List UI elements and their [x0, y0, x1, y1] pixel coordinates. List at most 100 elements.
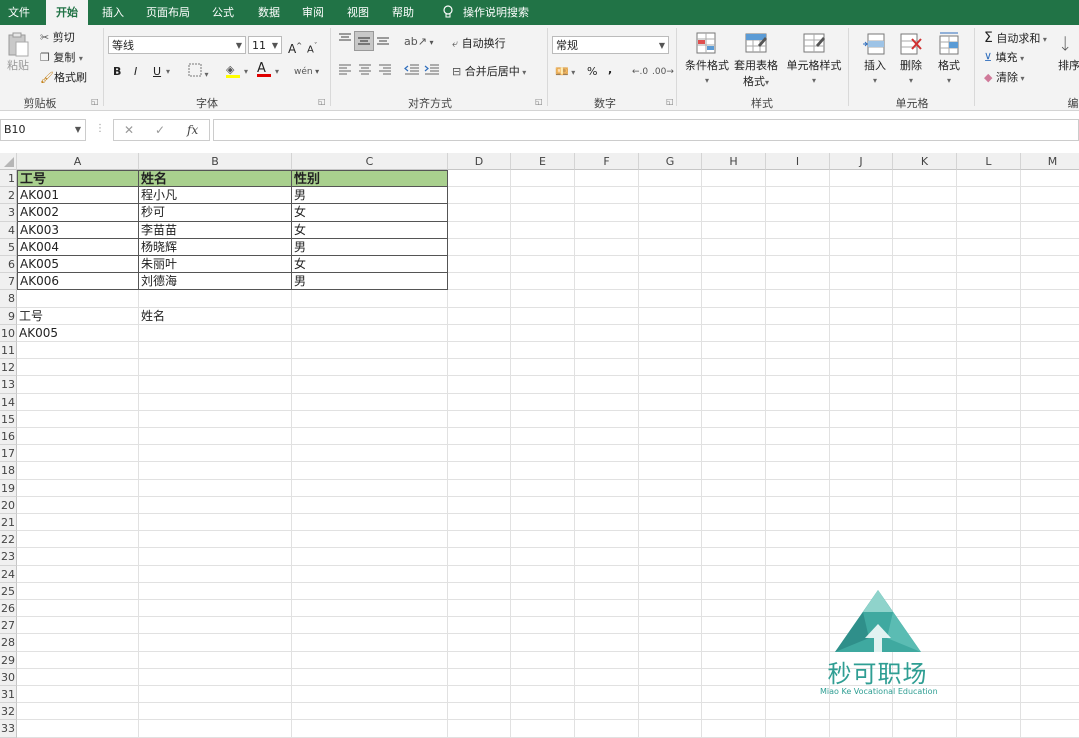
wrap-text-button[interactable]: ⤶ 自动换行	[452, 35, 506, 53]
format-cells-button[interactable]: 格式 ▾	[932, 31, 966, 86]
cell[interactable]	[511, 410, 575, 428]
cell[interactable]	[575, 324, 639, 342]
cell[interactable]	[511, 170, 575, 188]
cell[interactable]	[1021, 531, 1079, 549]
cell[interactable]	[139, 376, 292, 394]
cell[interactable]	[830, 273, 893, 291]
cell[interactable]	[448, 204, 511, 222]
tab-view[interactable]: 视图	[341, 0, 375, 25]
cell[interactable]	[511, 496, 575, 514]
cell[interactable]	[702, 651, 766, 669]
cell[interactable]	[575, 221, 639, 239]
table-header-cell[interactable]: 性别	[292, 170, 448, 188]
cell[interactable]	[766, 565, 830, 583]
cell[interactable]	[511, 617, 575, 635]
cell[interactable]	[957, 462, 1021, 480]
cell[interactable]	[893, 204, 957, 222]
cell[interactable]	[830, 256, 893, 274]
cell[interactable]	[575, 273, 639, 291]
cell[interactable]	[17, 428, 139, 446]
cell-styles-button[interactable]: 单元格样式 ▾	[786, 31, 842, 86]
cell[interactable]	[639, 445, 702, 463]
cell[interactable]	[639, 582, 702, 600]
row-header[interactable]: 7	[0, 273, 17, 291]
cell[interactable]	[17, 393, 139, 411]
cell[interactable]	[830, 170, 893, 188]
cell[interactable]	[957, 376, 1021, 394]
number-format-combo[interactable]: 常规 ▼	[552, 36, 669, 54]
cell[interactable]	[139, 359, 292, 377]
cell[interactable]	[511, 428, 575, 446]
cell[interactable]	[957, 634, 1021, 652]
cell[interactable]	[292, 582, 448, 600]
cell[interactable]	[575, 720, 639, 738]
cell[interactable]	[448, 256, 511, 274]
cell[interactable]	[766, 496, 830, 514]
cell[interactable]	[575, 582, 639, 600]
row-header[interactable]: 32	[0, 703, 17, 721]
cell[interactable]	[448, 531, 511, 549]
cell[interactable]	[702, 204, 766, 222]
phonetic-button[interactable]: wén ▾	[294, 63, 319, 81]
table-cell[interactable]: AK006	[17, 273, 139, 291]
row-header[interactable]: 16	[0, 428, 17, 446]
cell[interactable]	[292, 686, 448, 704]
column-header-k[interactable]: K	[893, 153, 957, 170]
row-header[interactable]: 24	[0, 565, 17, 583]
cell[interactable]	[575, 600, 639, 618]
cell[interactable]	[575, 187, 639, 205]
cell[interactable]	[139, 496, 292, 514]
cell[interactable]	[766, 410, 830, 428]
table-cell[interactable]: 杨晓辉	[139, 238, 292, 256]
copy-button[interactable]: ❐ 复制 ▾	[40, 49, 83, 67]
cell[interactable]	[766, 187, 830, 205]
cell[interactable]	[17, 548, 139, 566]
cell[interactable]	[575, 393, 639, 411]
cell[interactable]	[448, 548, 511, 566]
cell[interactable]	[1021, 548, 1079, 566]
cell[interactable]	[893, 565, 957, 583]
cell[interactable]	[702, 514, 766, 532]
paste-button[interactable]: 粘贴	[4, 31, 32, 73]
name-box[interactable]: B10 ▼	[0, 119, 86, 141]
cell[interactable]	[702, 359, 766, 377]
cell[interactable]	[893, 428, 957, 446]
cell[interactable]	[17, 686, 139, 704]
cell[interactable]	[139, 514, 292, 532]
cell[interactable]	[139, 565, 292, 583]
column-header-c[interactable]: C	[292, 153, 448, 170]
cell[interactable]	[957, 600, 1021, 618]
cell[interactable]	[702, 462, 766, 480]
cell[interactable]	[893, 393, 957, 411]
table-cell[interactable]: AK002	[17, 204, 139, 222]
column-header-e[interactable]: E	[511, 153, 575, 170]
clipboard-launcher-icon[interactable]: ◱	[91, 97, 99, 106]
cell[interactable]	[1021, 583, 1079, 600]
tab-help[interactable]: 帮助	[386, 0, 420, 25]
cell[interactable]	[292, 393, 448, 411]
cell[interactable]	[830, 187, 893, 205]
cell[interactable]	[639, 170, 702, 188]
cell[interactable]	[702, 565, 766, 583]
cell[interactable]	[702, 582, 766, 600]
cell[interactable]	[766, 445, 830, 463]
cell[interactable]	[292, 496, 448, 514]
cell[interactable]	[639, 238, 702, 256]
cell[interactable]	[957, 496, 1021, 514]
cell[interactable]	[511, 582, 575, 600]
cell[interactable]	[893, 307, 957, 325]
cell[interactable]	[830, 221, 893, 239]
tab-page-layout[interactable]: 页面布局	[140, 0, 196, 25]
cell[interactable]	[292, 514, 448, 532]
selected-cell-b10[interactable]	[139, 324, 292, 342]
cell[interactable]	[17, 410, 139, 428]
column-header-i[interactable]: I	[766, 153, 830, 170]
cell[interactable]	[292, 548, 448, 566]
cell[interactable]	[639, 565, 702, 583]
cell[interactable]	[1021, 720, 1079, 738]
cell[interactable]	[511, 204, 575, 222]
cell[interactable]	[1021, 600, 1079, 618]
tell-me-search[interactable]: 操作说明搜索	[460, 0, 532, 25]
cell[interactable]	[575, 703, 639, 721]
cell[interactable]	[766, 204, 830, 222]
